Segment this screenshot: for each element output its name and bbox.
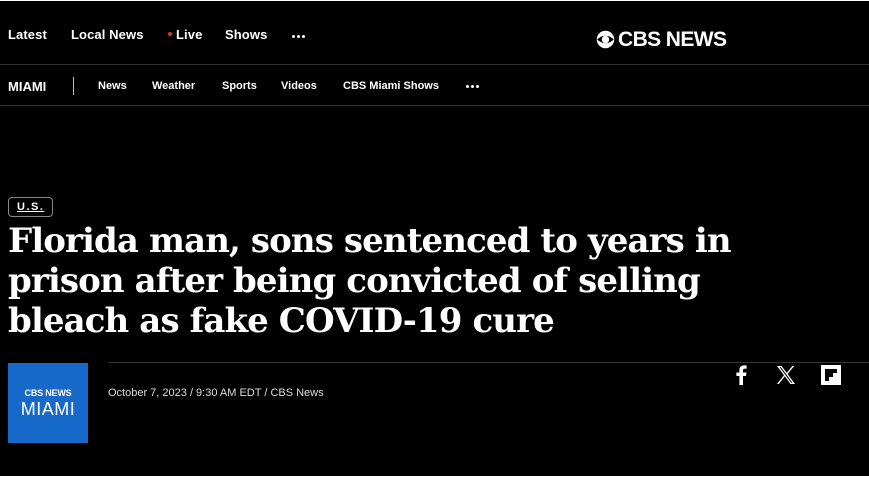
nav-live[interactable]: Live [168, 27, 202, 42]
station-navigation: MIAMI News Weather Sports Videos CBS Mia… [0, 65, 869, 106]
nav-shows[interactable]: Shows [225, 27, 267, 42]
article-headline: Florida man, sons sentenced to years in … [8, 221, 732, 341]
subnav-weather[interactable]: Weather [152, 80, 195, 92]
facebook-icon[interactable] [730, 364, 752, 386]
nav-latest[interactable]: Latest [8, 27, 47, 42]
cbs-news-logo[interactable]: CBS NEWS [596, 27, 727, 51]
subnav-more-dots-icon[interactable] [466, 85, 479, 88]
more-dots-icon[interactable] [292, 35, 305, 38]
station-logo-top: CBS NEWS [24, 387, 72, 398]
station-logo-bottom: MIAMI [20, 398, 76, 419]
live-dot-icon [168, 31, 172, 36]
x-icon[interactable] [775, 364, 797, 386]
nav-live-label: Live [176, 27, 203, 42]
subnav-videos[interactable]: Videos [281, 80, 317, 92]
article-byline: October 7, 2023 / 9:30 AM EDT / CBS News [108, 387, 324, 399]
station-logo[interactable]: CBS NEWS MIAMI [8, 363, 88, 443]
page: Latest Local News Live Shows CBS NEWS MI… [0, 1, 869, 476]
station-name[interactable]: MIAMI [8, 79, 46, 94]
cbs-eye-icon [596, 30, 615, 48]
flipboard-icon[interactable] [820, 364, 842, 386]
subnav-sports[interactable]: Sports [222, 80, 257, 92]
category-tag[interactable]: U.S. [8, 197, 54, 217]
byline-divider [108, 362, 869, 363]
subnav-cbs-miami-shows[interactable]: CBS Miami Shows [343, 80, 439, 92]
nav-local-news[interactable]: Local News [71, 27, 144, 42]
subnav-news[interactable]: News [98, 80, 127, 92]
logo-text: CBS NEWS [618, 27, 727, 51]
top-navigation: Latest Local News Live Shows CBS NEWS [0, 1, 869, 65]
station-divider [73, 77, 74, 95]
